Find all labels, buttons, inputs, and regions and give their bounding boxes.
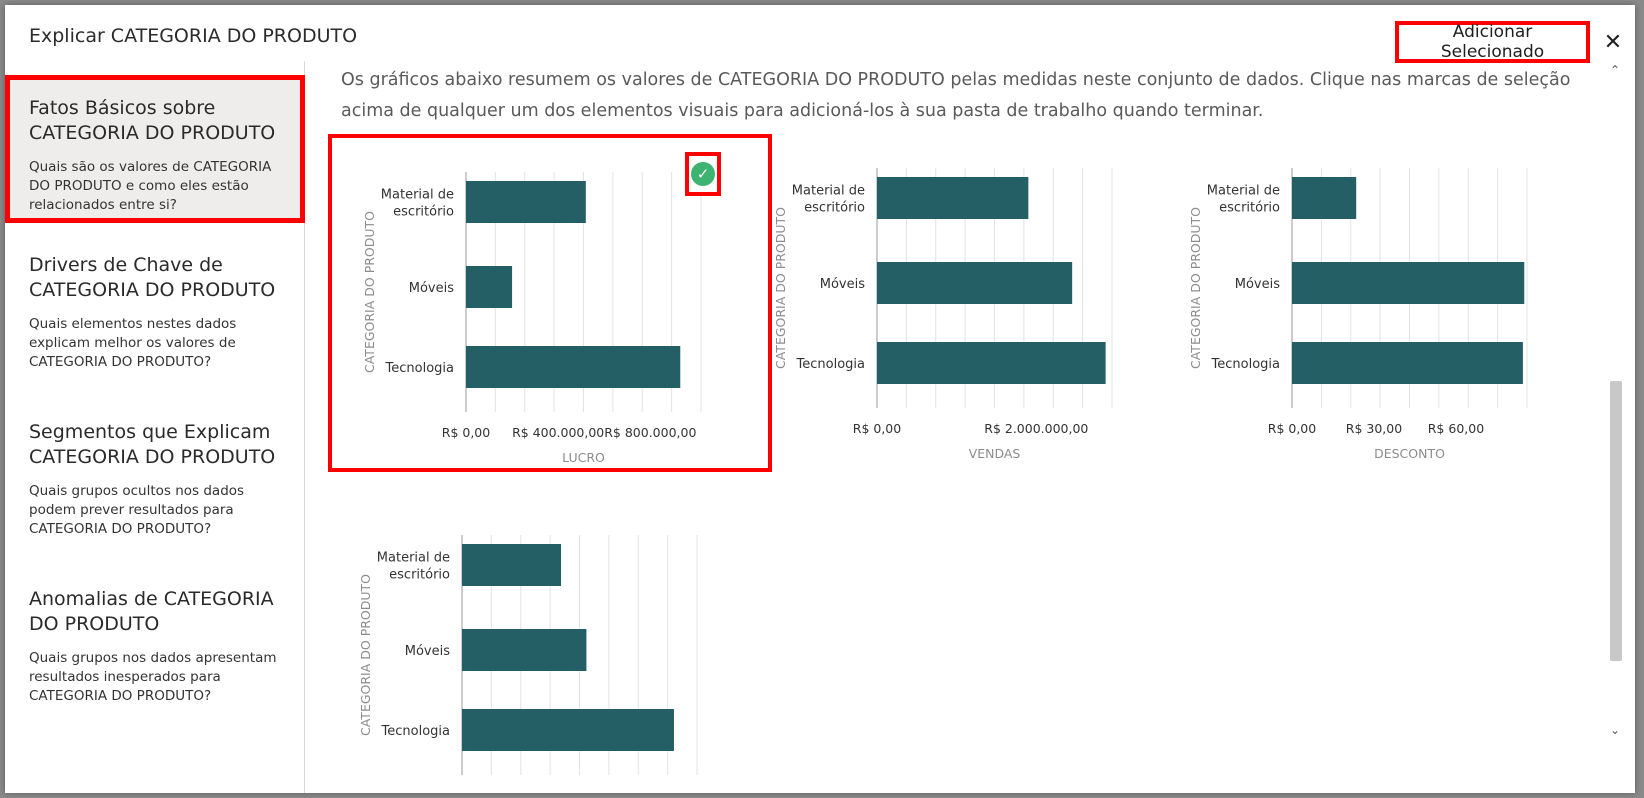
sidebar-item-desc: Quais elementos nestes dados explicam me… (29, 316, 237, 370)
y-axis-label: CATEGORIA DO PRODUTO (358, 574, 373, 736)
y-axis-label: CATEGORIA DO PRODUTO (1188, 207, 1203, 369)
bar[interactable] (1292, 177, 1357, 219)
x-tick-label: R$ 30,00 (1346, 421, 1402, 436)
category-label: Tecnologia (381, 724, 450, 739)
bar[interactable] (466, 266, 513, 308)
scrollbar[interactable]: ⌃ ⌄ (1606, 61, 1624, 741)
x-axis-label: LUCRO (562, 450, 605, 465)
chart-card-desconto[interactable]: CATEGORIA DO PRODUTO Material de escritóri… (1162, 138, 1592, 468)
sidebar-item-title: Drivers de Chave de CATEGORIA DO PRODUTO (29, 254, 276, 301)
bar[interactable] (466, 346, 681, 388)
x-axis-label: DESCONTO (1374, 446, 1445, 461)
sidebar-item-title: Segmentos que Explicam CATEGORIA DO PROD… (29, 421, 276, 468)
category-label: escritório (393, 205, 454, 220)
sidebar-item-key-drivers[interactable]: Drivers de Chave de CATEGORIA DO PRODUTO… (5, 233, 305, 383)
main-content: Os gráficos abaixo resumem os valores de… (305, 61, 1635, 793)
category-label: Móveis (409, 281, 454, 296)
sidebar-item-anomalies[interactable]: Anomalias de CATEGORIA DO PRODUTO Quais … (5, 567, 305, 717)
select-chart-checkbox[interactable]: ✓ (685, 152, 721, 196)
x-tick-label: R$ 0,00 (1268, 421, 1316, 436)
bar[interactable] (462, 709, 674, 751)
check-circle-icon: ✓ (691, 162, 715, 186)
x-tick-label: R$ 2.000.000,00 (984, 421, 1088, 436)
category-label: Material de (381, 188, 454, 203)
category-label: escritório (389, 568, 450, 583)
sidebar-item-desc: Quais são os valores de CATEGORIA DO PRO… (29, 159, 272, 213)
bar[interactable] (466, 181, 586, 223)
sidebar-item-basic-facts[interactable]: Fatos Básicos sobre CATEGORIA DO PRODUTO… (5, 75, 305, 223)
x-tick-label: R$ 400.000,00 (512, 425, 604, 440)
scroll-up-icon[interactable]: ⌃ (1606, 61, 1624, 79)
x-tick-label: R$ 60,00 (1428, 421, 1484, 436)
sidebar-item-desc: Quais grupos ocultos nos dados podem pre… (29, 483, 245, 537)
bar[interactable] (877, 177, 1029, 219)
chart-card-lucro[interactable]: CATEGORIA DO PRODUTO Material de escritóri… (328, 134, 772, 472)
category-label: Tecnologia (1211, 357, 1280, 372)
scroll-thumb[interactable] (1610, 381, 1622, 661)
category-label: Móveis (405, 644, 450, 659)
bar[interactable] (462, 629, 587, 671)
category-label: Material de (792, 184, 865, 199)
sidebar-item-segments[interactable]: Segmentos que Explicam CATEGORIA DO PROD… (5, 400, 305, 550)
sidebar-item-title: Fatos Básicos sobre CATEGORIA DO PRODUTO (29, 97, 276, 144)
intro-text: Os gráficos abaixo resumem os valores de… (341, 70, 1571, 121)
category-label: escritório (804, 201, 865, 216)
add-selected-button[interactable]: Adicionar Selecionado (1395, 21, 1590, 63)
bar[interactable] (877, 262, 1073, 304)
x-tick-label: R$ 800.000,00 (604, 425, 696, 440)
x-tick-label: R$ 0,00 (442, 425, 490, 440)
category-label: Material de (377, 551, 450, 566)
scroll-down-icon[interactable]: ⌄ (1606, 721, 1624, 739)
category-label: Móveis (1235, 277, 1280, 292)
x-tick-label: R$ 0,00 (853, 421, 901, 436)
bar[interactable] (1292, 342, 1523, 384)
chart-card-vendas[interactable]: CATEGORIA DO PRODUTO Material de escritóri… (747, 138, 1177, 468)
category-label: Móveis (820, 277, 865, 292)
chart-card-fourth[interactable]: CATEGORIA DO PRODUTO Material de escritóri… (332, 505, 762, 793)
chart-vendas: CATEGORIA DO PRODUTO Material de escritóri… (773, 168, 1113, 461)
explain-dialog: Explicar CATEGORIA DO PRODUTO Adicionar … (5, 5, 1635, 793)
sidebar-item-title: Anomalias de CATEGORIA DO PRODUTO (29, 588, 274, 635)
category-label: escritório (1219, 201, 1280, 216)
sidebar: Fatos Básicos sobre CATEGORIA DO PRODUTO… (5, 61, 305, 793)
bar[interactable] (1292, 262, 1525, 304)
category-label: Material de (1207, 184, 1280, 199)
y-axis-label: CATEGORIA DO PRODUTO (362, 211, 377, 373)
sidebar-item-desc: Quais grupos nos dados apresentam result… (29, 650, 277, 704)
dialog-header: Explicar CATEGORIA DO PRODUTO Adicionar … (5, 5, 1635, 63)
bar[interactable] (877, 342, 1106, 384)
x-axis-label: VENDAS (969, 446, 1021, 461)
chart-fourth: CATEGORIA DO PRODUTO Material de escritóri… (358, 535, 698, 775)
category-label: Tecnologia (796, 357, 865, 372)
y-axis-label: CATEGORIA DO PRODUTO (773, 207, 788, 369)
category-label: Tecnologia (385, 361, 454, 376)
chart-desconto: CATEGORIA DO PRODUTO Material de escritóri… (1188, 168, 1528, 461)
dialog-title: Explicar CATEGORIA DO PRODUTO (29, 25, 358, 47)
close-icon[interactable]: ✕ (1599, 27, 1627, 57)
bar[interactable] (462, 544, 562, 586)
